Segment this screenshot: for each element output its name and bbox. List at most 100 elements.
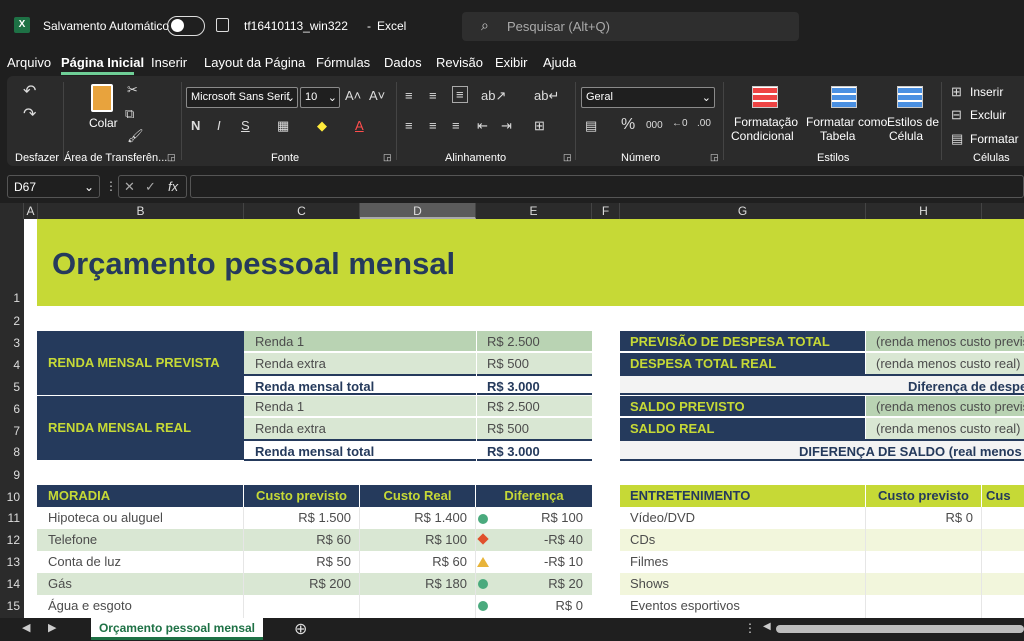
summary-note[interactable]: (renda menos custo previsto) (866, 396, 1024, 417)
name-box[interactable]: D67 ⌄ (7, 175, 100, 198)
align-middle-icon[interactable]: ≡ (429, 88, 437, 103)
decrease-decimal-icon[interactable]: .00 (697, 118, 711, 129)
summary-note[interactable]: (renda menos custo previsto) (866, 331, 1024, 352)
paste-button-label[interactable]: Colar (89, 116, 118, 130)
decrease-indent-icon[interactable]: ⇤ (477, 118, 488, 134)
row-header[interactable]: 11 (0, 511, 24, 525)
comma-style-icon[interactable]: 000 (646, 120, 663, 131)
col-header-c[interactable]: C (244, 203, 360, 219)
sheet-tab-orcamento[interactable]: Orçamento pessoal mensal (91, 618, 263, 640)
menu-dados[interactable]: Dados (384, 55, 422, 70)
accounting-format-icon[interactable]: ▤ (585, 118, 597, 134)
fill-color-icon[interactable]: ◆ (317, 118, 327, 134)
borders-icon[interactable]: ▦ (277, 118, 289, 134)
moradia-col-prev[interactable]: Custo previsto (244, 485, 359, 507)
renda-extra-value[interactable]: R$ 500 (477, 353, 592, 374)
summary-label[interactable]: DESPESA TOTAL REAL (620, 353, 865, 374)
summary-label[interactable]: PREVISÃO DE DESPESA TOTAL (620, 331, 865, 352)
copy-icon[interactable]: ⧉ (125, 106, 134, 122)
insert-function-icon[interactable]: fx (168, 179, 178, 194)
moradia-header[interactable]: MORADIA (37, 485, 243, 507)
diff-balance[interactable]: DIFERENÇA DE SALDO (real menos previsto) (620, 439, 1024, 461)
horizontal-scrollbar[interactable] (776, 625, 1024, 633)
dialog-launcher-icon[interactable]: ◲ (167, 152, 176, 163)
row-header[interactable]: 1 (0, 291, 24, 305)
renda-real-1-value[interactable]: R$ 2.500 (477, 396, 592, 417)
conditional-format-label-2[interactable]: Condicional (731, 129, 794, 143)
menu-arquivo[interactable]: Arquivo (7, 55, 51, 70)
search-box[interactable]: ⌕ Pesquisar (Alt+Q) (462, 12, 799, 41)
format-table-label-1[interactable]: Formatar como (806, 115, 887, 129)
row-header[interactable]: 6 (0, 402, 24, 416)
dialog-launcher-icon[interactable]: ◲ (710, 152, 719, 163)
renda-real-1-label[interactable]: Renda 1 (244, 396, 476, 417)
cut-icon[interactable]: ✂ (127, 82, 138, 98)
renda-real-extra-label[interactable]: Renda extra (244, 418, 476, 439)
col-header-d[interactable]: D (360, 203, 476, 219)
increase-decimal-icon[interactable]: ←0 (672, 118, 688, 129)
summary-label[interactable]: SALDO PREVISTO (620, 396, 865, 417)
dialog-launcher-icon[interactable]: ◲ (563, 152, 572, 163)
page-title[interactable]: Orçamento pessoal mensal (52, 245, 455, 283)
entretenimento-header[interactable]: ENTRETENIMENTO (620, 485, 865, 507)
redo-icon[interactable]: ↷ (23, 104, 36, 124)
prev-sheet-icon[interactable]: ◀ (22, 621, 30, 634)
insert-cells-label[interactable]: Inserir (970, 85, 1003, 99)
cancel-icon[interactable]: ✕ (124, 179, 135, 195)
add-sheet-icon[interactable]: ⊕ (294, 619, 307, 639)
col-header-h[interactable]: H (866, 203, 982, 219)
number-format-select[interactable]: Geral ⌄ (581, 87, 715, 108)
select-all-corner[interactable] (0, 203, 24, 219)
align-left-icon[interactable]: ≡ (405, 118, 413, 133)
conditional-format-label-1[interactable]: Formatação (734, 115, 798, 129)
more-sheets-icon[interactable]: ⋮ (744, 621, 756, 635)
save-icon[interactable] (216, 18, 229, 32)
diff-expense[interactable]: Diferença de despesa (620, 374, 1024, 395)
moradia-col-real[interactable]: Custo Real (360, 485, 475, 507)
format-table-icon[interactable] (831, 86, 857, 108)
orientation-icon[interactable]: ab↗ (481, 88, 506, 104)
font-size-select[interactable]: 10 ⌄ (300, 87, 340, 108)
menu-pagina-inicial[interactable]: Página Inicial (61, 55, 144, 70)
renda-1-value[interactable]: R$ 2.500 (477, 331, 592, 352)
merge-center-icon[interactable]: ⊞ (534, 118, 545, 134)
delete-cells-icon[interactable]: ⊟ (951, 107, 962, 123)
row-header[interactable]: 8 (0, 445, 24, 459)
col-header-e[interactable]: E (476, 203, 592, 219)
menu-ajuda[interactable]: Ajuda (543, 55, 576, 70)
row-header[interactable]: 5 (0, 380, 24, 394)
bold-icon[interactable]: N (191, 118, 200, 133)
row-header[interactable]: 13 (0, 555, 24, 569)
summary-note[interactable]: (renda menos custo real) (866, 353, 1024, 374)
menu-exibir[interactable]: Exibir (495, 55, 528, 70)
delete-cells-label[interactable]: Excluir (970, 108, 1006, 122)
format-cells-label[interactable]: Formatar (970, 132, 1019, 146)
scroll-left-icon[interactable]: ◀ (763, 621, 771, 632)
entretenimento-col-prev[interactable]: Custo previsto (866, 485, 981, 507)
worksheet[interactable]: Orçamento pessoal mensal RENDA MENSAL PR… (24, 219, 1024, 618)
row-header[interactable]: 3 (0, 336, 24, 350)
format-painter-icon[interactable]: 🖌 (127, 128, 144, 144)
row-header[interactable]: 2 (0, 314, 24, 328)
paste-icon[interactable] (91, 84, 113, 112)
row-header[interactable]: 10 (0, 490, 24, 504)
underline-icon[interactable]: S (241, 118, 250, 133)
autosave-toggle[interactable] (167, 16, 205, 36)
formula-input[interactable] (190, 175, 1024, 198)
summary-note[interactable]: (renda menos custo real) (866, 418, 1024, 439)
row-header[interactable]: 7 (0, 424, 24, 438)
wrap-text-icon[interactable]: ab↵ (534, 88, 559, 104)
row-header[interactable]: 4 (0, 358, 24, 372)
moradia-col-diff[interactable]: Diferença (476, 485, 592, 507)
dialog-launcher-icon[interactable]: ◲ (383, 152, 392, 163)
cell-styles-label-2[interactable]: Célula (889, 129, 923, 143)
align-bottom-icon[interactable]: ≡ (452, 86, 468, 103)
renda-prevista-label[interactable]: RENDA MENSAL PREVISTA (37, 331, 244, 395)
font-name-select[interactable]: Microsoft Sans Serif ⌄ (186, 87, 298, 108)
cell-styles-label-1[interactable]: Estilos de (887, 115, 939, 129)
renda-extra-label[interactable]: Renda extra (244, 353, 476, 374)
undo-icon[interactable]: ↶ (23, 81, 36, 101)
renda-real-extra-value[interactable]: R$ 500 (477, 418, 592, 439)
percent-icon[interactable]: % (621, 116, 635, 134)
col-header-b[interactable]: B (38, 203, 244, 219)
